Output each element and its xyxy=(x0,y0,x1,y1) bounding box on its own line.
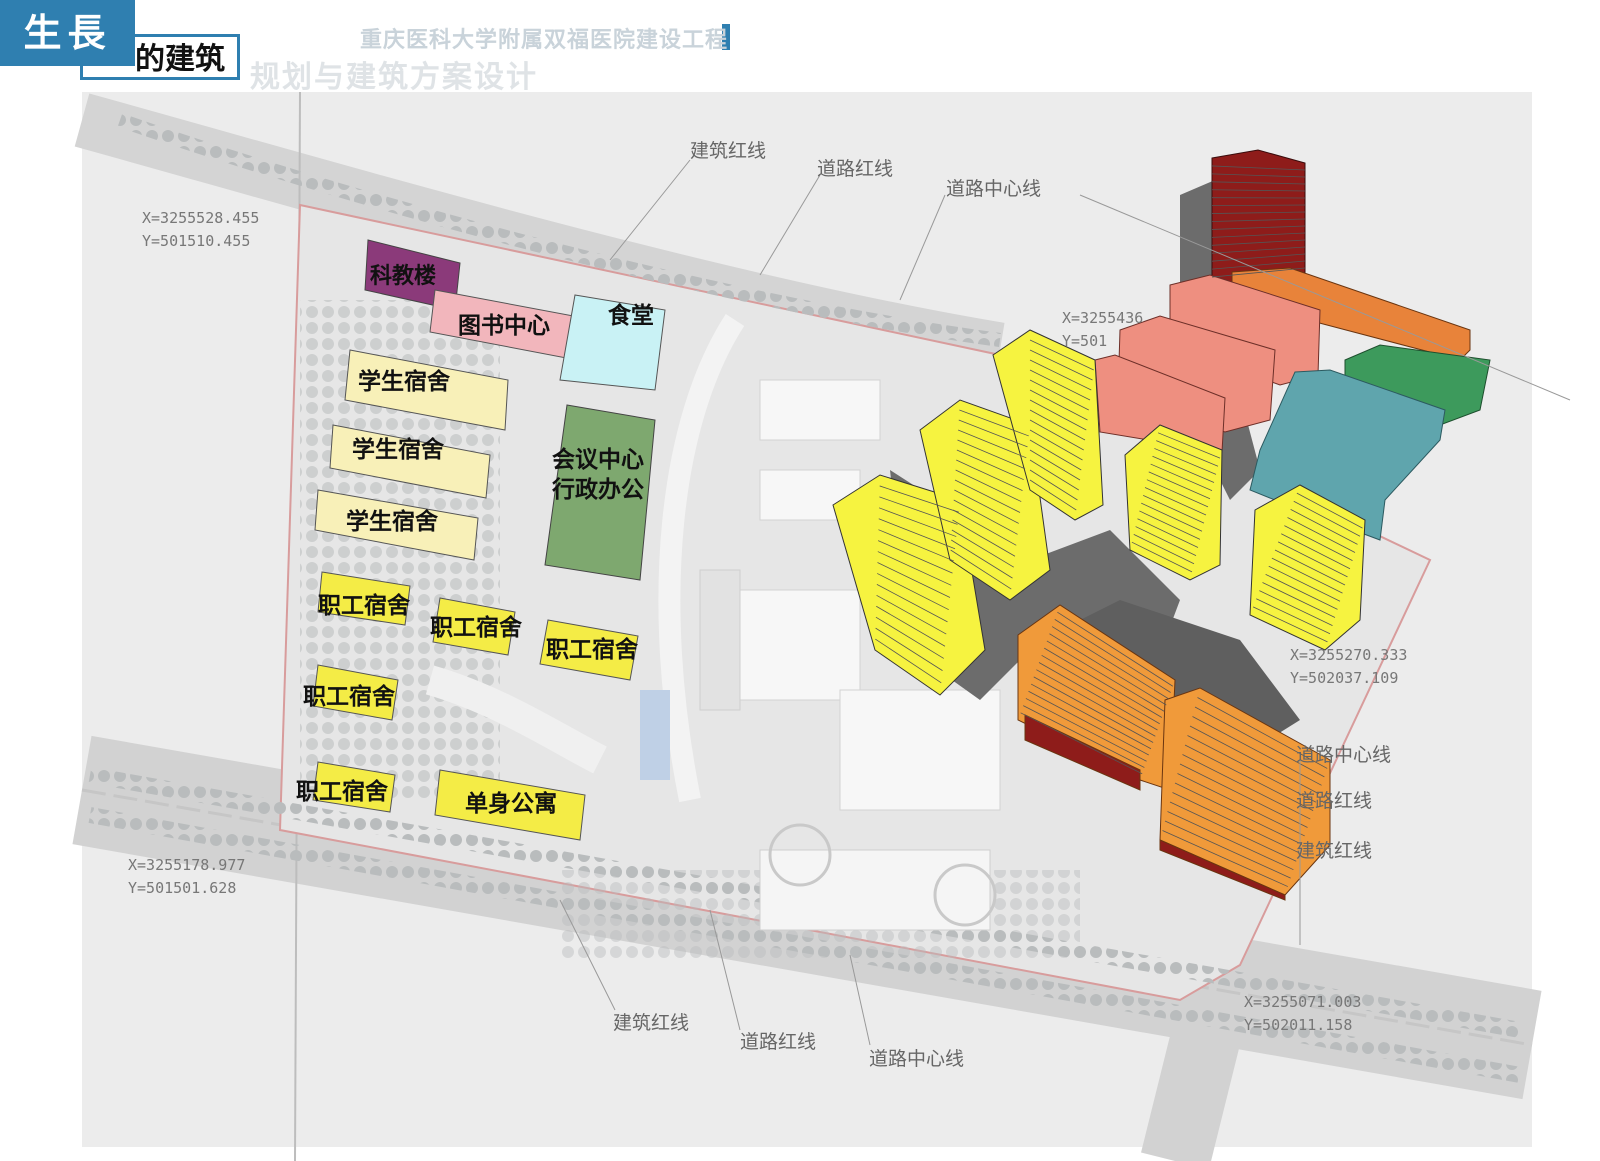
anno-right-building-line: 建筑红线 xyxy=(1296,840,1373,862)
anno-right-center-line: 道路中心线 xyxy=(1296,744,1392,766)
header-badge: 生長 xyxy=(0,0,135,66)
label-staff-dorm-4: 职工宿舍 xyxy=(303,684,395,710)
coord-e: X=3255270.333 Y=502037.109 xyxy=(1290,646,1408,687)
anno-bottom-center-line: 道路中心线 xyxy=(869,1048,965,1070)
anno-top-road-line: 道路红线 xyxy=(817,158,894,180)
label-library: 图书中心 xyxy=(458,313,550,339)
site-plan xyxy=(72,91,1571,1161)
anno-right-road-line: 道路红线 xyxy=(1296,790,1373,812)
coord-ne: X=3255436 Y=501 xyxy=(1062,309,1144,350)
label-admin: 行政办公 xyxy=(552,477,644,503)
anno-top-center-line: 道路中心线 xyxy=(946,178,1042,200)
label-staff-dorm-1: 职工宿舍 xyxy=(318,593,410,619)
label-student-dorm-3: 学生宿舍 xyxy=(346,509,438,535)
label-research: 科教楼 xyxy=(370,264,437,289)
coord-nw: X=3255528.455 Y=501510.455 xyxy=(142,209,260,250)
anno-bottom-road-line: 道路红线 xyxy=(740,1031,817,1053)
label-staff-dorm-5: 职工宿舍 xyxy=(296,779,388,805)
anno-top-building-line: 建筑红线 xyxy=(690,140,767,162)
plan-subtitle: 规划与建筑方案设计 xyxy=(250,60,538,95)
label-single-apartment: 单身公寓 xyxy=(465,791,557,817)
coord-se: X=3255071.003 Y=502011.158 xyxy=(1244,993,1362,1034)
project-title: 重庆医科大学附属双福医院建设工程 xyxy=(360,28,729,53)
label-student-dorm-1: 学生宿舍 xyxy=(358,369,450,395)
label-canteen: 食堂 xyxy=(608,303,654,329)
label-conference: 会议中心 xyxy=(552,447,644,473)
label-staff-dorm-2: 职工宿舍 xyxy=(430,615,522,641)
coord-sw: X=3255178.977 Y=501501.628 xyxy=(128,856,246,897)
label-student-dorm-2: 学生宿舍 xyxy=(352,437,444,463)
anno-bottom-building-line: 建筑红线 xyxy=(613,1012,690,1034)
label-staff-dorm-3: 职工宿舍 xyxy=(546,637,638,663)
